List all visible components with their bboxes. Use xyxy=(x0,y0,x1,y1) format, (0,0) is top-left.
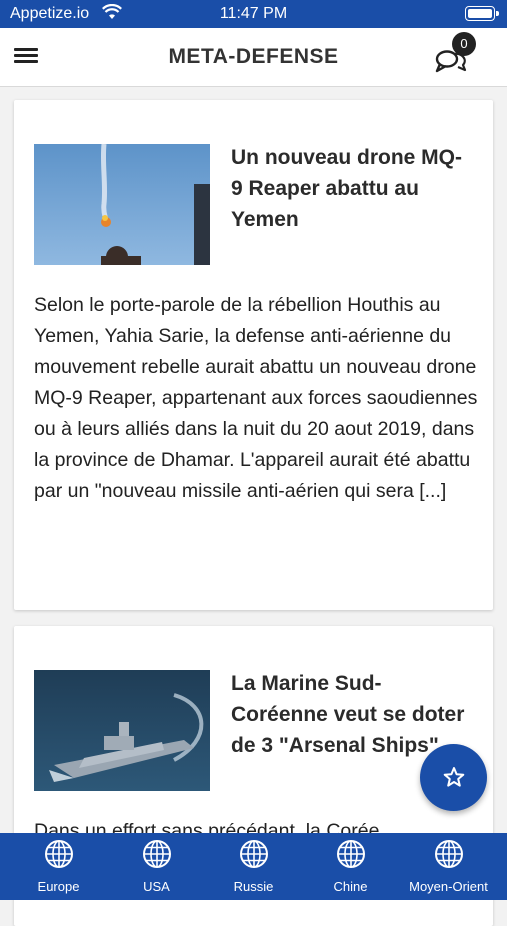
article-title[interactable]: Un nouveau drone MQ-9 Reaper abattu au Y… xyxy=(231,142,471,235)
page-title: META-DEFENSE xyxy=(168,45,339,68)
article-thumbnail xyxy=(34,144,210,265)
tab-label: Chine xyxy=(333,879,368,894)
tab-chine[interactable]: Chine xyxy=(300,833,401,900)
tab-label: USA xyxy=(143,879,170,894)
globe-icon xyxy=(143,840,171,868)
star-icon xyxy=(443,767,465,787)
tab-europe[interactable]: Europe xyxy=(8,833,109,900)
bottom-tab-bar: Europe USA Russie Chine Moyen-Orient xyxy=(0,833,507,900)
status-bar: Appetize.io 11:47 PM xyxy=(0,0,507,28)
tab-label: Moyen-Orient xyxy=(409,879,488,894)
globe-icon xyxy=(435,840,463,868)
clock: 11:47 PM xyxy=(219,5,288,22)
tab-label: Russie xyxy=(233,879,274,894)
app-header: META-DEFENSE 0 xyxy=(0,28,507,87)
tab-label: Europe xyxy=(37,879,80,894)
globe-icon xyxy=(240,840,268,868)
article-excerpt: Selon le porte-parole de la rébellion Ho… xyxy=(34,294,478,502)
tab-russie[interactable]: Russie xyxy=(203,833,304,900)
battery-icon xyxy=(465,6,499,21)
article-title[interactable]: La Marine Sud-Coréenne veut se doter de … xyxy=(231,668,471,761)
globe-icon xyxy=(337,840,365,868)
tab-moyen-orient[interactable]: Moyen-Orient xyxy=(398,833,499,900)
chat-count-badge: 0 xyxy=(452,32,476,56)
favorites-fab-button[interactable] xyxy=(420,744,487,811)
globe-icon xyxy=(45,840,73,868)
tab-usa[interactable]: USA xyxy=(106,833,207,900)
article-thumbnail xyxy=(34,670,210,791)
article-card[interactable]: Un nouveau drone MQ-9 Reaper abattu au Y… xyxy=(14,100,493,610)
